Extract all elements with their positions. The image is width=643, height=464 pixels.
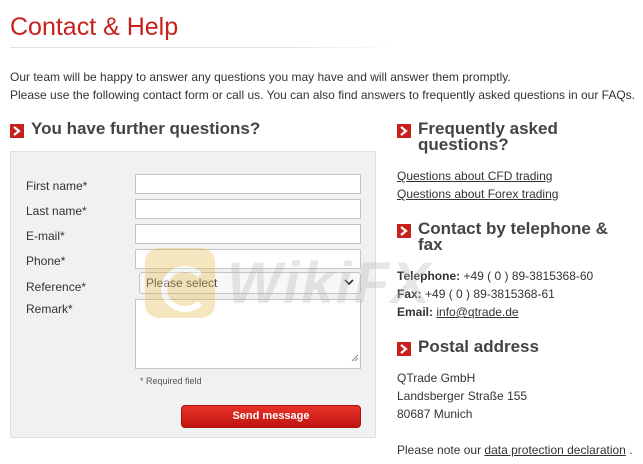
contact-email-label: Email: [397, 305, 434, 319]
send-message-button[interactable]: Send message [181, 405, 361, 428]
reference-label: Reference* [26, 280, 87, 294]
page-title: Contact & Help [10, 13, 179, 41]
arrow-right-icon [10, 124, 24, 138]
intro-text: Our team will be happy to answer any que… [10, 68, 640, 104]
phone-input[interactable] [135, 249, 361, 269]
last-name-input[interactable] [135, 199, 361, 219]
form-heading: You have further questions? [31, 119, 261, 138]
fax-row: Fax: +49 ( 0 ) 89-3815368-61 [397, 287, 555, 301]
faq-heading: Frequently asked questions? [418, 120, 558, 154]
title-divider [10, 47, 400, 48]
phone-label: Phone* [26, 254, 66, 268]
reference-selected-value: Please select [146, 276, 218, 290]
phone-heading-line-1: Contact by telephone & [418, 219, 608, 238]
chevron-down-icon [343, 276, 355, 291]
reference-select[interactable]: Please select [139, 272, 361, 294]
postal-section-heading: Postal address [397, 337, 539, 356]
data-protection-suffix: . [629, 443, 633, 457]
data-protection-prefix: Please note our [397, 443, 482, 457]
postal-line-2: Landsberger Straße 155 [397, 389, 528, 403]
telephone-label: Telephone: [397, 269, 461, 283]
intro-line-1: Our team will be happy to answer any que… [10, 70, 511, 84]
phone-heading: Contact by telephone & fax [418, 219, 608, 254]
email-input[interactable] [135, 224, 361, 244]
last-name-label: Last name* [26, 204, 87, 218]
faq-heading-line-2: questions? [418, 135, 509, 154]
forex-faq-link[interactable]: Questions about Forex trading [397, 187, 558, 201]
faq-section-heading: Frequently asked questions? [397, 120, 558, 154]
remark-label: Remark* [26, 302, 73, 316]
data-protection-link[interactable]: data protection declaration [484, 443, 625, 457]
remark-textarea[interactable] [135, 299, 361, 369]
data-protection-note: Please note our data protection declarat… [397, 443, 633, 457]
postal-heading: Postal address [418, 337, 539, 356]
contact-form: First name* Last name* E-mail* Phone* Re… [10, 151, 376, 438]
first-name-label: First name* [26, 179, 88, 193]
telephone-row: Telephone: +49 ( 0 ) 89-3815368-60 [397, 269, 593, 283]
required-field-note: * Required field [140, 376, 202, 386]
phone-section-heading: Contact by telephone & fax [397, 219, 608, 254]
arrow-right-icon [397, 224, 411, 238]
arrow-right-icon [397, 342, 411, 356]
contact-email-link[interactable]: info@qtrade.de [436, 305, 518, 319]
intro-line-2: Please use the following contact form or… [10, 88, 636, 102]
email-label: E-mail* [26, 229, 65, 243]
arrow-right-icon [397, 124, 411, 138]
resize-handle-icon[interactable] [351, 349, 359, 367]
form-section-heading: You have further questions? [10, 119, 261, 138]
first-name-input[interactable] [135, 174, 361, 194]
email-row: Email: info@qtrade.de [397, 305, 519, 319]
cfd-faq-link[interactable]: Questions about CFD trading [397, 169, 552, 183]
postal-line-1: QTrade GmbH [397, 371, 476, 385]
telephone-value: +49 ( 0 ) 89-3815368-60 [463, 269, 594, 283]
phone-heading-line-2: fax [418, 235, 443, 254]
postal-line-3: 80687 Munich [397, 407, 473, 421]
fax-value: +49 ( 0 ) 89-3815368-61 [425, 287, 555, 301]
fax-label: Fax: [397, 287, 422, 301]
